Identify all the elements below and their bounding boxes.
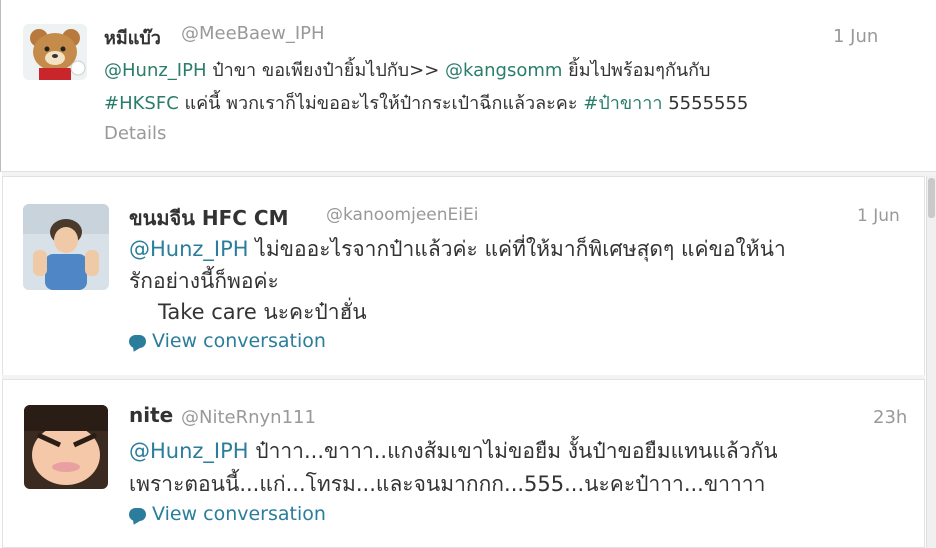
tweet-timestamp[interactable]: 23h [873,407,907,428]
tweet-card[interactable]: nite @NiteRnyn111 23h @Hunz_IPH ป๋าาา...… [2,379,925,548]
tweet-timestamp[interactable]: 1 Jun [857,206,900,226]
tweet-text-line: Take care นะคะป๋าฮั่น [158,300,367,324]
speech-bubble-icon [129,508,146,521]
tweet-text: ป๋าาา...ขาาา..แกงส้มเขาไม่ขอยืม งั้นป๋าข… [248,439,778,463]
tweet-text-line: @Hunz_IPH ป๋าาา...ขาาา..แกงส้มเขาไม่ขอยื… [129,435,778,468]
tweet-text: 5555555 [662,93,749,114]
user-name[interactable]: หมีแบ๊ว [104,23,161,52]
tweet-timestamp[interactable]: 1 Jun [833,26,878,47]
girl-avatar-icon [23,204,109,290]
face-avatar-icon [24,405,108,489]
user-name[interactable]: nite [129,403,173,427]
view-conversation-link[interactable]: View conversation [129,330,326,352]
details-link[interactable]: Details [104,123,166,144]
scrollbar[interactable] [926,176,936,548]
mention-link[interactable]: @Hunz_IPH [129,439,249,463]
mention-link[interactable]: @Hunz_IPH [129,237,249,261]
view-conversation-link[interactable]: View conversation [129,503,326,525]
avatar[interactable] [23,204,109,290]
tweet-text-line: @Hunz_IPH ไม่ขออะไรจากป๋าแล้วค่ะ แค่ที่ใ… [129,233,786,266]
tweet-text-line: รักอย่างนี้ก็พอค่ะ [129,269,279,293]
tweet-card[interactable]: ขนมจีน HFC CM @kanoomjeenEiEi 1 Jun @Hun… [2,176,925,376]
mention-link[interactable]: @Hunz_IPH [104,60,207,81]
tweet-text: แค่นี้ พวกเราก็ไม่ขออะไรให้ป๋ากระเป๋าฉีก… [178,93,584,114]
user-handle[interactable]: @MeeBaew_IPH [181,23,325,44]
tweet-text: ป๋าขา ขอเพียงป๋ายิ้มไปกับ>> [206,60,445,81]
tweet-text-line: @Hunz_IPH ป๋าขา ขอเพียงป๋ายิ้มไปกับ>> @k… [104,55,710,84]
tweet-text: ไม่ขออะไรจากป๋าแล้วค่ะ แค่ที่ให้มาก็พิเศ… [248,237,786,261]
view-conversation-label: View conversation [152,503,326,525]
tweet-text: ยิ้มไปพร้อมๆกันกับ [562,60,711,81]
tweet-text-line: #HKSFC แค่นี้ พวกเราก็ไม่ขออะไรให้ป๋ากระ… [104,88,748,117]
view-conversation-label: View conversation [152,330,326,352]
scrollbar-thumb[interactable] [928,178,935,218]
user-handle[interactable]: @kanoomjeenEiEi [326,205,478,225]
user-handle[interactable]: @NiteRnyn111 [181,407,316,428]
speech-bubble-icon [129,335,146,348]
avatar[interactable] [23,24,87,80]
user-name[interactable]: ขนมจีน HFC CM [129,202,289,234]
tweet-card[interactable]: หมีแบ๊ว @MeeBaew_IPH 1 Jun @Hunz_IPH ป๋า… [0,0,936,172]
hashtag-link[interactable]: #ป๋าขาาา [583,93,662,114]
avatar[interactable] [24,405,108,489]
mention-link[interactable]: @kangsomm [445,60,562,81]
bear-avatar-icon [23,24,87,80]
hashtag-link[interactable]: #HKSFC [104,93,179,114]
tweet-text-line: เพราะตอนนี้...แก่...โทรม...และจนมากกก...… [129,472,766,496]
